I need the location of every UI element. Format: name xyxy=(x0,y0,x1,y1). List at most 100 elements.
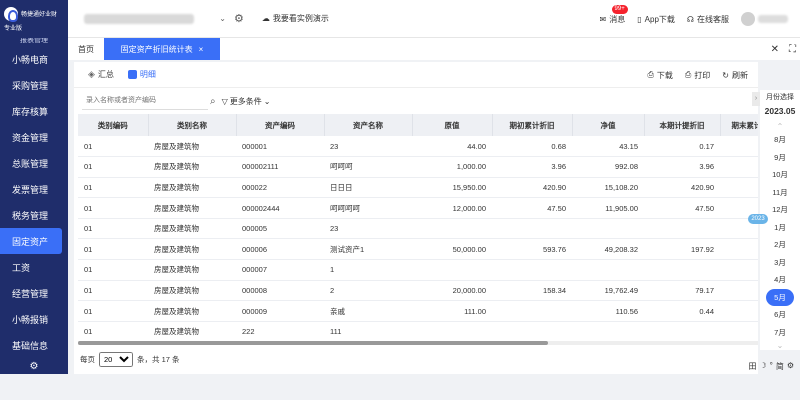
tab-summary[interactable]: ◈ 汇总 xyxy=(88,62,114,88)
gear-icon[interactable]: ⚙ xyxy=(234,12,244,25)
tab-depreciation-report[interactable]: 固定资产折旧统计表 × xyxy=(104,38,220,60)
sidebar-item-cut[interactable]: 报表管理 xyxy=(0,38,68,46)
table-row[interactable]: 01 房屋及建筑物 000008 2 20,000.00 158.34 19,762.49 7… xyxy=(78,280,758,302)
table-cell xyxy=(644,321,720,343)
sidebar-item[interactable]: 资金管理 xyxy=(0,124,68,150)
company-select[interactable]: ⌄ xyxy=(80,9,230,29)
table-row[interactable]: 01 房屋及建筑物 000002111 呵呵呵 1,000.00 3.96 992.08 3.… xyxy=(78,156,758,178)
month-option[interactable]: 2月 xyxy=(760,236,800,254)
sidebar-item[interactable]: 税务管理 xyxy=(0,202,68,228)
table-cell: 23 xyxy=(324,218,412,240)
table-cell xyxy=(572,259,644,281)
table-cell: 222 xyxy=(236,321,324,343)
table-cell: 01 xyxy=(78,156,148,178)
support-button[interactable]: ☊ 在线客服 xyxy=(687,14,729,25)
sidebar-item[interactable]: 发票管理 xyxy=(0,176,68,202)
table-row[interactable]: 01 房屋及建筑物 000005 23 xyxy=(78,218,758,240)
sidebar-item[interactable]: 固定资产 xyxy=(0,228,62,254)
column-header[interactable]: 类别编码 xyxy=(78,114,149,136)
column-header[interactable]: 净值 xyxy=(572,114,645,136)
table-cell: 房屋及建筑物 xyxy=(148,197,236,219)
table-row[interactable]: 01房屋及建筑物000009亲戚111.00 110.560.440. xyxy=(78,300,758,322)
download-button[interactable]: ⎙ 下载 xyxy=(647,70,672,81)
fullscreen-icon[interactable]: ⛶ xyxy=(789,44,796,55)
close-all-icon[interactable]: ✕ xyxy=(771,44,779,55)
table-row[interactable]: 01 房屋及建筑物 000007 1 xyxy=(78,259,758,281)
month-option[interactable]: 8月 xyxy=(760,131,800,149)
refresh-button[interactable]: ↻ 刷新 xyxy=(722,70,748,81)
tab-home[interactable]: 首页 xyxy=(68,38,104,60)
table-row[interactable]: 01房屋及建筑物0000012344.000.6843.150.170. xyxy=(78,136,758,158)
sidebar-item[interactable]: 经营管理 xyxy=(0,280,68,306)
sidebar-item[interactable]: 库存核算 xyxy=(0,98,68,124)
table-row[interactable]: 01 房屋及建筑物 222 111 xyxy=(78,321,758,343)
table-row[interactable]: 01 房屋及建筑物 000006 测试资产1 50,000.00 593.76 49,208… xyxy=(78,238,758,261)
detail-icon xyxy=(127,70,137,79)
app-download-button[interactable]: ▯ App下载 xyxy=(637,14,675,25)
sidebar-item[interactable]: 基础信息 xyxy=(0,332,68,358)
table-cell: 7. xyxy=(720,156,758,178)
sidebar-item[interactable]: 总账管理 xyxy=(0,150,68,176)
table-row[interactable]: 01 房屋及建筑物 000022 日日日 15,950.00 420.90 15,108.2… xyxy=(78,177,758,199)
table-cell xyxy=(412,321,492,343)
year-marker: 2023 xyxy=(748,214,768,224)
column-header[interactable]: 资产编码 xyxy=(236,114,325,136)
table-cell: 房屋及建筑物 xyxy=(148,321,236,343)
table-cell: 44.00 xyxy=(412,136,492,158)
column-header[interactable]: 本期计提折旧 xyxy=(644,114,721,136)
month-option[interactable]: 3月 xyxy=(760,254,800,272)
user-menu[interactable] xyxy=(741,12,788,26)
column-header[interactable]: 原值 xyxy=(412,114,493,136)
horizontal-scrollbar[interactable] xyxy=(78,341,758,345)
column-header[interactable]: 类别名称 xyxy=(148,114,237,136)
messages-button[interactable]: ✉ 99+ 消息 xyxy=(599,4,628,25)
collapse-arrow-icon[interactable]: › xyxy=(752,92,760,106)
table-cell: 01 xyxy=(78,259,148,281)
main-content: ◈ 汇总 明细 ⎙下载 ⎙打印 ↻刷新 ⌕ ▽ 更多条件 ⌄ 类别编码类别名称资… xyxy=(74,62,758,374)
page-size-select[interactable]: 20 xyxy=(99,351,133,367)
sidebar-item[interactable]: 采购管理 xyxy=(0,72,68,98)
table-cell xyxy=(492,321,572,343)
month-option[interactable]: 4月 xyxy=(760,271,800,289)
print-button[interactable]: ⎙ 打印 xyxy=(685,70,710,81)
table-cell: 197.92 xyxy=(644,238,720,261)
demo-link[interactable]: ☁ 我要看实例演示 xyxy=(262,13,329,24)
table-cell: 000001 xyxy=(236,136,324,158)
bottom-tool-icon[interactable]: ☽ xyxy=(759,361,766,372)
avatar xyxy=(741,12,755,26)
scroll-up-icon[interactable]: ⌃ xyxy=(760,122,800,131)
sidebar-item[interactable]: 小畅电商 xyxy=(0,46,68,72)
month-option[interactable]: 10月 xyxy=(760,166,800,184)
bottom-tool-icon[interactable]: 田 xyxy=(748,361,756,372)
more-conditions-button[interactable]: ▽ 更多条件 ⌄ xyxy=(222,96,271,107)
column-header[interactable]: 期末累计折旧 xyxy=(720,114,758,136)
column-header[interactable]: 期初累计折旧 xyxy=(492,114,573,136)
table-cell xyxy=(492,259,572,281)
bottom-tool-icon[interactable]: ⚙ xyxy=(787,361,794,372)
table-cell: 111.00 xyxy=(412,300,492,322)
sidebar-item[interactable]: 工资 xyxy=(0,254,68,280)
settings-gear-icon[interactable]: ⚙ xyxy=(0,358,68,374)
tab-detail[interactable]: 明细 xyxy=(127,62,156,88)
close-icon[interactable]: × xyxy=(199,45,204,54)
table-row[interactable]: 01 房屋及建筑物 000002444 呵呵呵呵 12,000.00 47.50 11,90… xyxy=(78,197,758,219)
table-cell xyxy=(644,218,720,240)
phone-icon: ▯ xyxy=(637,14,642,24)
search-icon[interactable]: ⌕ xyxy=(210,96,216,107)
table-cell: 01 xyxy=(78,280,148,302)
sidebar-item[interactable]: 小畅报销 xyxy=(0,306,68,332)
total-count: 条，共 17 条 xyxy=(137,354,180,364)
message-icon: ✉ xyxy=(599,14,607,24)
search-input[interactable] xyxy=(82,92,208,110)
bottom-tool-icon[interactable]: 简 xyxy=(776,361,784,372)
download-icon: ⎙ xyxy=(647,70,654,79)
month-option[interactable]: 7月 xyxy=(760,324,800,342)
month-option[interactable]: 6月 xyxy=(760,306,800,324)
month-option[interactable]: 5月 xyxy=(766,288,794,306)
scroll-down-icon[interactable]: ⌄ xyxy=(760,341,800,350)
month-option[interactable]: 11月 xyxy=(760,184,800,202)
bottom-tool-icon[interactable]: ° xyxy=(770,361,773,372)
scrollbar-thumb[interactable] xyxy=(78,341,548,345)
month-option[interactable]: 9月 xyxy=(760,149,800,167)
column-header[interactable]: 资产名称 xyxy=(324,114,413,136)
